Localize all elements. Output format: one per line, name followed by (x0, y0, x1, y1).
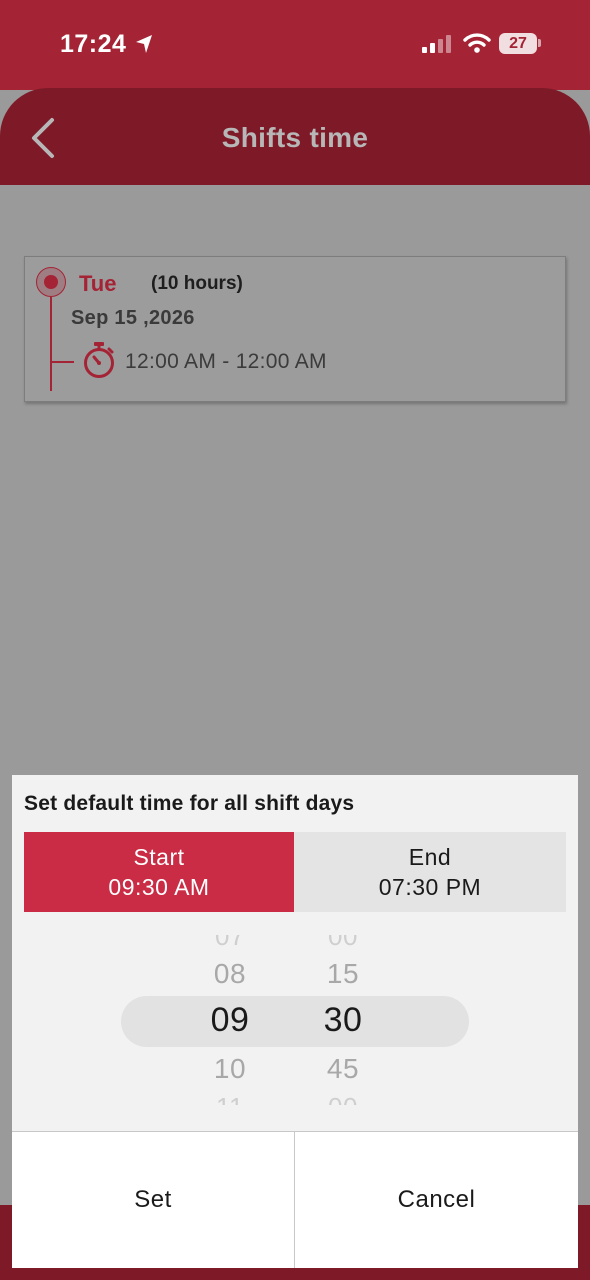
wifi-icon (463, 32, 491, 59)
end-label: End (408, 844, 452, 870)
hour-option-selected[interactable]: 09 (190, 1001, 270, 1040)
timeline-dot-icon (36, 267, 66, 297)
shift-duration: (10 hours) (151, 273, 243, 294)
hour-option[interactable]: 11 (190, 1092, 270, 1105)
battery-tip (538, 39, 541, 47)
minute-option[interactable]: 15 (303, 958, 383, 990)
end-time-value: 07:30 PM (378, 874, 482, 900)
location-arrow-icon (134, 33, 154, 60)
start-time-value: 09:30 AM (108, 874, 210, 900)
timeline-branch (52, 361, 74, 363)
end-time-tab[interactable]: End 07:30 PM (294, 832, 566, 912)
app-header: Shifts time (0, 88, 590, 185)
set-button[interactable]: Set (12, 1131, 295, 1268)
minute-option[interactable]: 45 (303, 1053, 383, 1085)
status-time: 17:24 (60, 30, 127, 58)
dialog-title: Set default time for all shift days (24, 792, 355, 815)
battery-icon: 27 (499, 33, 537, 54)
shift-day: Tue (79, 271, 117, 296)
status-bar: 17:24 27 (0, 0, 590, 90)
start-time-tab[interactable]: Start 09:30 AM (24, 832, 294, 912)
start-label: Start (133, 844, 185, 870)
shift-date: Sep 15 ,2026 (71, 307, 195, 329)
time-picker[interactable]: 07 08 09 10 11 00 15 30 45 00 (12, 935, 578, 1105)
hour-option[interactable]: 08 (190, 958, 270, 990)
cellular-signal-icon (422, 34, 452, 59)
minute-option-selected[interactable]: 30 (303, 1001, 383, 1040)
default-time-dialog: Set default time for all shift days Star… (12, 775, 578, 1268)
timeline-line (50, 297, 52, 391)
shift-card[interactable]: Tue (10 hours) Sep 15 ,2026 12:00 AM - 1… (24, 256, 566, 402)
stopwatch-icon (81, 341, 117, 384)
hour-wheel[interactable]: 07 08 09 10 11 (190, 935, 270, 1105)
page-title: Shifts time (221, 122, 369, 153)
shift-time-range: 12:00 AM - 12:00 AM (125, 350, 327, 373)
cancel-button[interactable]: Cancel (295, 1131, 578, 1268)
hour-option[interactable]: 07 (190, 935, 270, 952)
picker-selection-highlight (121, 996, 469, 1047)
minute-wheel[interactable]: 00 15 30 45 00 (303, 935, 383, 1105)
hour-option[interactable]: 10 (190, 1053, 270, 1085)
minute-option[interactable]: 00 (303, 935, 383, 952)
minute-option[interactable]: 00 (303, 1092, 383, 1105)
